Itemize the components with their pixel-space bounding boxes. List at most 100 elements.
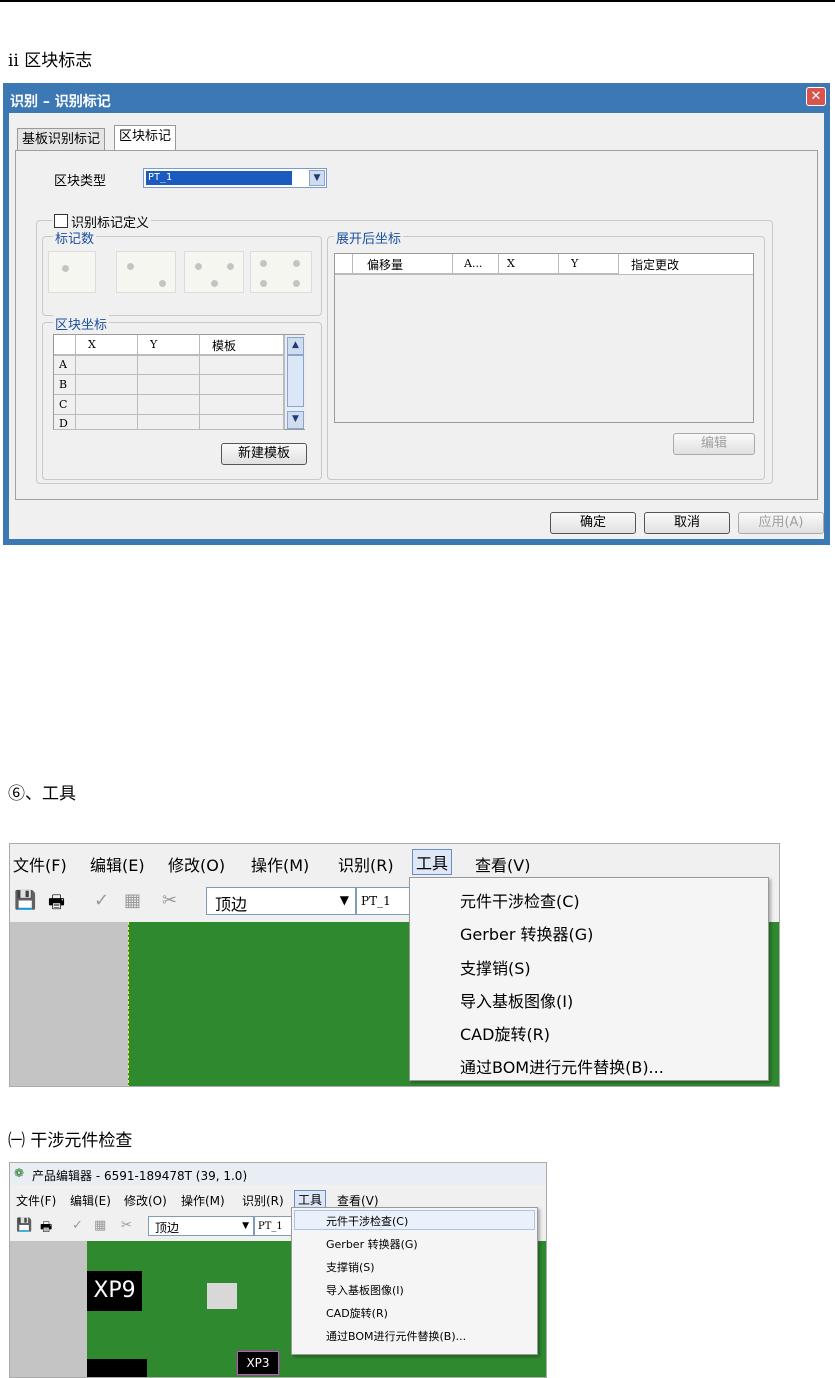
menu-modify[interactable]: 修改(O) xyxy=(168,852,225,876)
menu-item-bom-replace[interactable]: 通过BOM进行元件替换(B)... xyxy=(460,1054,664,1078)
menu-recognize[interactable]: 识别(R) xyxy=(242,1192,284,1209)
menu-modify[interactable]: 修改(O) xyxy=(124,1192,167,1209)
column-template: 模板 xyxy=(200,335,284,355)
table-cell[interactable] xyxy=(138,415,200,430)
chevron-down-icon[interactable]: ▼ xyxy=(309,170,325,186)
ok-button[interactable]: 确定 xyxy=(550,512,636,534)
heading-block-mark: ii 区块标志 xyxy=(8,51,93,71)
tools-menu-screenshot: 文件(F) 编辑(E) 修改(O) 操作(M) 识别(R) 工具 查看(V) 💾… xyxy=(9,843,780,1087)
menu-item-cad-rotate[interactable]: CAD旋转(R) xyxy=(326,1305,388,1321)
column-y: Y xyxy=(559,254,619,274)
mark-count-2[interactable] xyxy=(116,251,176,293)
check-icon[interactable]: ✓ xyxy=(72,1218,83,1233)
print-icon[interactable]: 🖶 xyxy=(48,890,65,920)
component-xp9: XP9 xyxy=(87,1271,142,1311)
menu-item-import-board-image[interactable]: 导入基板图像(I) xyxy=(326,1282,404,1298)
table-cell[interactable] xyxy=(200,395,284,415)
menu-operation[interactable]: 操作(M) xyxy=(251,852,309,876)
menu-item-support-pin[interactable]: 支撑销(S) xyxy=(326,1259,375,1275)
mark-count-3[interactable] xyxy=(184,251,244,293)
table-cell[interactable] xyxy=(138,395,200,415)
menu-item-gerber-converter[interactable]: Gerber 转换器(G) xyxy=(460,921,593,945)
left-panel xyxy=(10,1241,87,1377)
menu-item-support-pin[interactable]: 支撑销(S) xyxy=(460,955,531,979)
save-icon[interactable]: 💾 xyxy=(16,1218,32,1233)
expanded-coords-table[interactable]: 偏移量 A... X Y 指定更改 xyxy=(334,253,754,423)
menu-item-interference-check[interactable]: 元件干涉检查(C) xyxy=(326,1213,408,1229)
menu-file[interactable]: 文件(F) xyxy=(16,1192,56,1209)
mark-dot xyxy=(159,280,166,287)
product-editor-screenshot: ❁ 产品编辑器 - 6591-189478T (39, 1.0) 文件(F) 编… xyxy=(9,1162,547,1378)
menu-edit[interactable]: 编辑(E) xyxy=(70,1192,111,1209)
chevron-down-icon[interactable]: ▼ xyxy=(242,1221,249,1231)
scroll-thumb[interactable] xyxy=(287,355,304,407)
chevron-up-icon[interactable]: ▲ xyxy=(287,337,304,355)
menu-edit[interactable]: 编辑(E) xyxy=(90,852,145,876)
panel-select-value: PT_1 xyxy=(258,1221,283,1232)
checkbox-icon[interactable] xyxy=(54,214,68,228)
menu-item-gerber-converter[interactable]: Gerber 转换器(G) xyxy=(326,1236,418,1252)
panel-select[interactable]: PT_1 xyxy=(356,887,410,915)
table-header-cell xyxy=(54,335,76,355)
menu-item-interference-check[interactable]: 元件干涉检查(C) xyxy=(460,888,580,912)
menu-file[interactable]: 文件(F) xyxy=(13,852,67,876)
heading-tools: ⑥、工具 xyxy=(8,784,76,804)
side-select-value: 顶边 xyxy=(215,895,248,914)
block-type-value: PT_1 xyxy=(146,171,292,185)
column-offset: 偏移量 xyxy=(353,254,453,274)
table-row: C xyxy=(54,395,76,415)
tab-block-mark[interactable]: 区块标记 xyxy=(114,125,177,151)
table-cell[interactable] xyxy=(76,355,138,375)
mark-dot xyxy=(211,280,218,287)
cut-icon[interactable]: ✂ xyxy=(162,890,177,911)
table-cell[interactable] xyxy=(76,415,138,430)
chevron-down-icon[interactable]: ▼ xyxy=(287,411,304,429)
app-icon: ❁ xyxy=(14,1166,25,1180)
table-cell[interactable] xyxy=(76,395,138,415)
tab-board-mark[interactable]: 基板识别标记 xyxy=(17,128,106,150)
save-icon[interactable]: 💾 xyxy=(14,890,36,911)
table-scrollbar[interactable]: ▲ ▼ xyxy=(284,335,305,429)
component-xp3: XP3 xyxy=(237,1351,279,1375)
menu-item-import-board-image[interactable]: 导入基板图像(I) xyxy=(460,988,573,1012)
grid-icon[interactable]: ▦ xyxy=(94,1218,106,1233)
check-icon[interactable]: ✓ xyxy=(94,890,109,911)
edit-button[interactable]: 编辑 xyxy=(673,433,755,455)
cut-icon[interactable]: ✂ xyxy=(121,1218,132,1233)
cancel-button[interactable]: 取消 xyxy=(644,512,730,534)
column-y: Y xyxy=(138,335,200,355)
dialog-body: 基板识别标记 区块标记 区块类型 PT_1 ▼ 识别标记定义 标记数 区块坐标 xyxy=(9,113,824,539)
menu-operation[interactable]: 操作(M) xyxy=(181,1192,225,1209)
editor-titlebar: ❁ 产品编辑器 - 6591-189478T (39, 1.0) xyxy=(10,1163,546,1185)
block-type-select[interactable]: PT_1 ▼ xyxy=(143,168,327,188)
print-icon[interactable]: 🖶 xyxy=(40,1218,52,1240)
close-icon[interactable]: ✕ xyxy=(806,87,826,106)
table-cell[interactable] xyxy=(200,375,284,395)
apply-button[interactable]: 应用(A) xyxy=(738,512,824,534)
table-cell[interactable] xyxy=(200,415,284,430)
table-cell[interactable] xyxy=(138,355,200,375)
menu-item-cad-rotate[interactable]: CAD旋转(R) xyxy=(460,1021,550,1045)
grid-icon[interactable]: ▦ xyxy=(124,890,141,911)
menu-item-bom-replace[interactable]: 通过BOM进行元件替换(B)... xyxy=(326,1328,466,1344)
table-header-cell xyxy=(335,254,353,274)
table-cell[interactable] xyxy=(138,375,200,395)
side-select[interactable]: 顶边 ▼ xyxy=(206,887,356,915)
menu-view[interactable]: 查看(V) xyxy=(475,852,530,876)
menu-tools[interactable]: 工具 xyxy=(412,849,453,875)
chevron-down-icon[interactable]: ▼ xyxy=(340,893,349,907)
menu-recognize[interactable]: 识别(R) xyxy=(338,852,394,876)
mark-dot xyxy=(62,265,69,272)
mark-dot xyxy=(195,263,202,270)
table-row: D xyxy=(54,415,76,430)
table-cell[interactable] xyxy=(200,355,284,375)
table-cell[interactable] xyxy=(76,375,138,395)
mark-count-4[interactable] xyxy=(250,251,312,293)
new-template-button[interactable]: 新建模板 xyxy=(221,443,307,465)
panel-select[interactable]: PT_1 xyxy=(254,1216,292,1236)
block-coords-table[interactable]: X Y 模板 A B C D ▲ ▼ xyxy=(53,334,305,430)
mark-count-1[interactable] xyxy=(48,251,96,293)
mark-dot xyxy=(293,260,300,267)
side-select[interactable]: 顶边 ▼ xyxy=(148,1216,254,1236)
mark-dot xyxy=(260,260,267,267)
